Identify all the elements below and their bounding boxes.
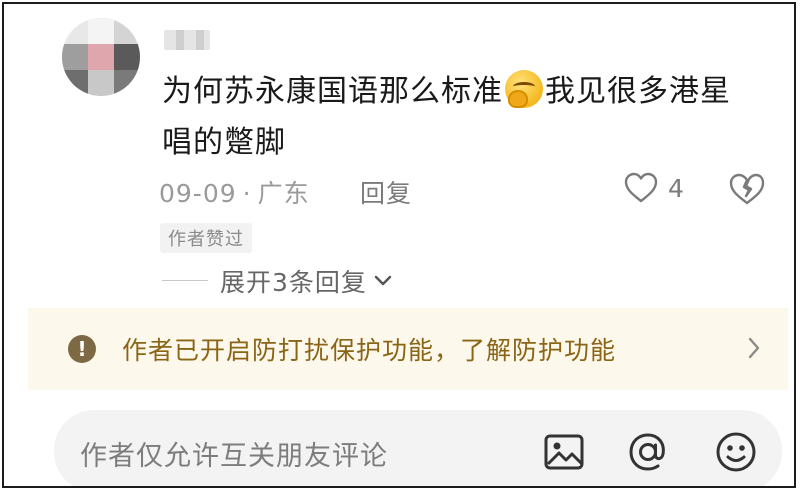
meta-separator: ·: [242, 179, 252, 208]
warning-icon: !: [68, 335, 96, 363]
comment-text-part2: 我见很多港星: [545, 74, 731, 109]
expand-replies-button[interactable]: 展开3条回复: [220, 263, 393, 299]
comment-location: 广东: [257, 179, 310, 208]
comment-meta: 09-09 · 广东: [159, 174, 310, 210]
comment-text-part1: 为何苏永康国语那么标准: [162, 74, 503, 109]
broken-heart-icon: [729, 173, 765, 205]
anti-harassment-notice[interactable]: ! 作者已开启防打扰保护功能，了解防护功能: [28, 308, 788, 390]
comment-panel: 为何苏永康国语那么标准 我见很多港星 唱的蹩脚 09-09 · 广东 回复 4 作者赞…: [2, 2, 796, 488]
comment-text-part3: 唱的蹩脚: [162, 125, 286, 160]
like-count: 4: [668, 173, 684, 203]
emoji-icon[interactable]: [714, 430, 758, 474]
smirk-emoji: [505, 70, 543, 108]
notice-text: 作者已开启防打扰保护功能，了解防护功能: [122, 336, 617, 365]
comment-input-placeholder: 作者仅允许互关朋友评论: [80, 441, 388, 472]
chevron-down-icon: [374, 275, 392, 286]
comment-date: 09-09: [159, 179, 237, 208]
username-blurred[interactable]: [164, 30, 210, 50]
chevron-right-icon: [748, 337, 760, 359]
like-button[interactable]: 4: [624, 172, 684, 204]
comment-input-bar[interactable]: 作者仅允许互关朋友评论: [54, 410, 782, 486]
image-icon[interactable]: [542, 430, 586, 474]
comment-text: 为何苏永康国语那么标准 我见很多港星 唱的蹩脚: [162, 66, 772, 168]
reply-button[interactable]: 回复: [360, 174, 412, 210]
heart-icon: [624, 172, 658, 203]
dislike-button[interactable]: [728, 172, 766, 210]
avatar[interactable]: [62, 18, 140, 96]
at-icon[interactable]: [626, 430, 670, 474]
author-liked-badge: 作者赞过: [160, 223, 252, 253]
expand-divider: [162, 280, 208, 281]
expand-replies-label: 展开3条回复: [220, 268, 367, 297]
